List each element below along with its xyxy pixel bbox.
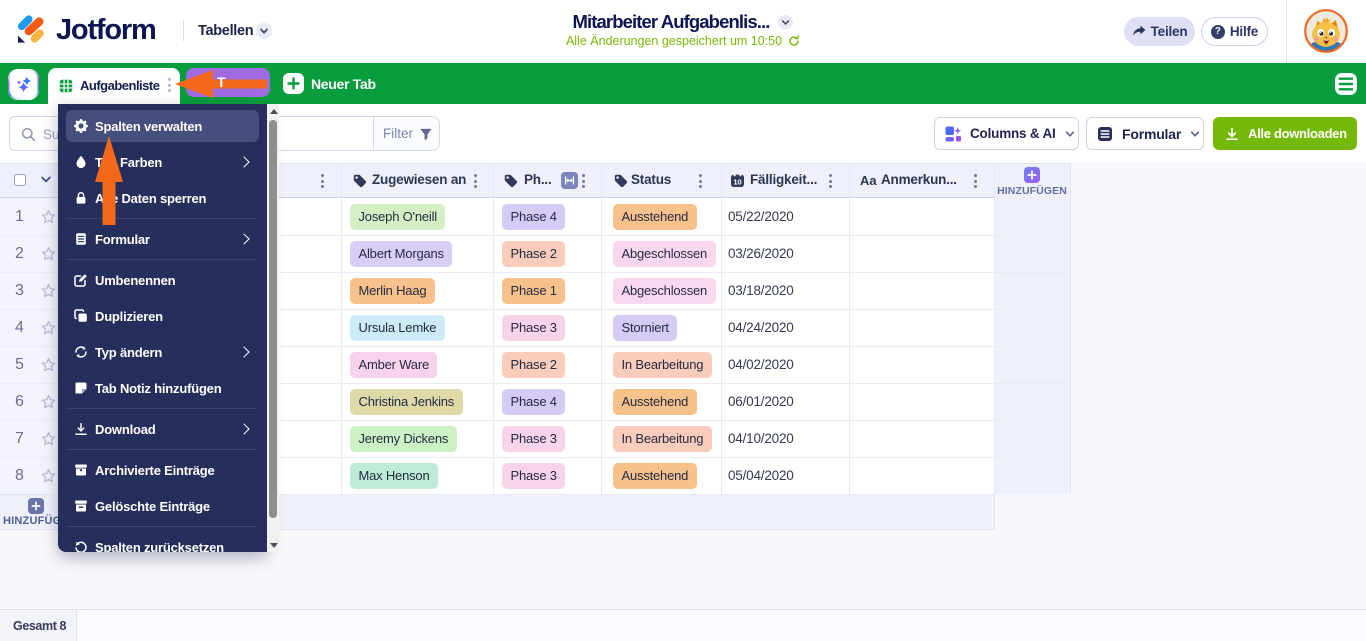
svg-text:10: 10 xyxy=(733,178,741,187)
